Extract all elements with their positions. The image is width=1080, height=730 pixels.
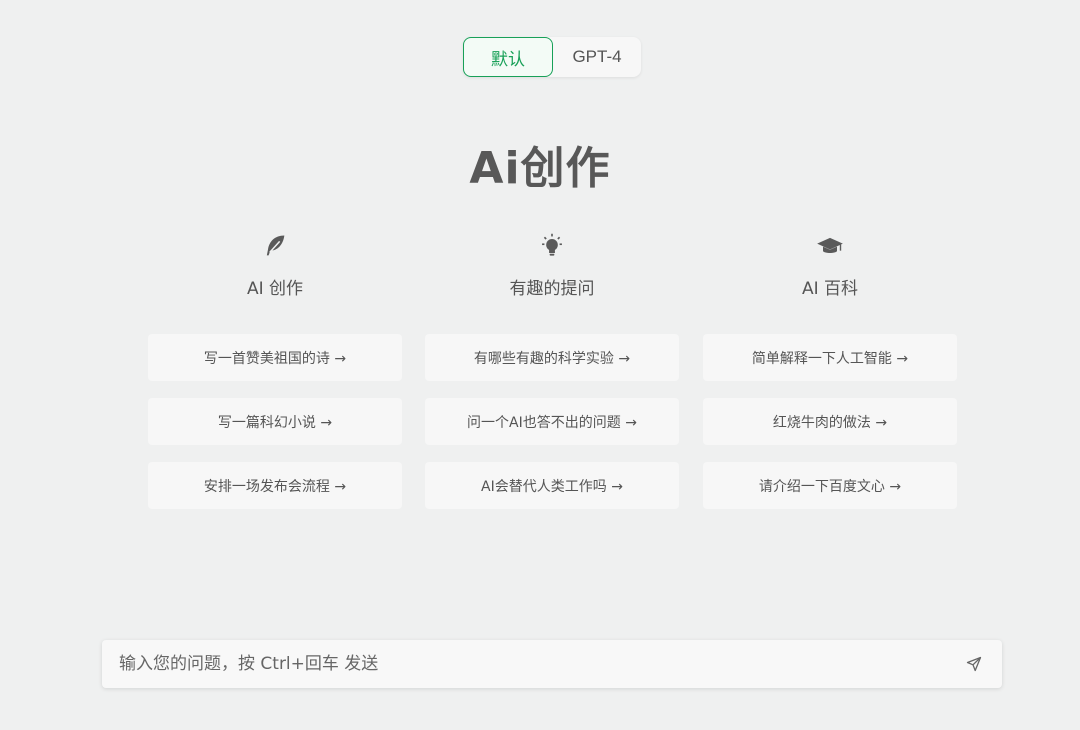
prompt-card[interactable]: 简单解释一下人工智能 → <box>703 334 957 381</box>
column-title: 有趣的提问 <box>509 279 595 299</box>
send-button[interactable] <box>946 640 1002 688</box>
column-ai-encyclopedia: AI 百科 简单解释一下人工智能 → 红烧牛肉的做法 → 请介绍一下百度文心 → <box>703 232 957 526</box>
prompt-card[interactable]: 问一个AI也答不出的问题 → <box>425 398 679 445</box>
app-page: 默认 GPT-4 Ai创作 AI 创作 写一首赞美祖国的诗 → 写一篇科幻小说 … <box>0 0 1080 730</box>
column-fun-questions: 有趣的提问 有哪些有趣的科学实验 → 问一个AI也答不出的问题 → AI会替代人… <box>425 232 679 526</box>
question-input[interactable] <box>102 640 946 688</box>
prompt-list: 有哪些有趣的科学实验 → 问一个AI也答不出的问题 → AI会替代人类工作吗 → <box>425 334 679 509</box>
chat-input-bar <box>102 640 1002 688</box>
prompt-card[interactable]: 写一首赞美祖国的诗 → <box>148 334 402 381</box>
prompt-card[interactable]: AI会替代人类工作吗 → <box>425 462 679 509</box>
graduation-cap-icon <box>817 237 843 253</box>
prompt-list: 写一首赞美祖国的诗 → 写一篇科幻小说 → 安排一场发布会流程 → <box>148 334 402 509</box>
prompt-card[interactable]: 请介绍一下百度文心 → <box>703 462 957 509</box>
prompt-card[interactable]: 安排一场发布会流程 → <box>148 462 402 509</box>
lightbulb-icon <box>542 233 562 256</box>
column-ai-creation: AI 创作 写一首赞美祖国的诗 → 写一篇科幻小说 → 安排一场发布会流程 → <box>148 232 402 526</box>
column-title: AI 百科 <box>801 279 859 299</box>
model-tab-gpt4[interactable]: GPT-4 <box>553 37 641 77</box>
prompt-card[interactable]: 红烧牛肉的做法 → <box>703 398 957 445</box>
prompt-card[interactable]: 有哪些有趣的科学实验 → <box>425 334 679 381</box>
prompt-list: 简单解释一下人工智能 → 红烧牛肉的做法 → 请介绍一下百度文心 → <box>703 334 957 509</box>
model-tab-default[interactable]: 默认 <box>463 37 553 77</box>
model-switch: 默认 GPT-4 <box>463 37 641 77</box>
send-icon <box>966 656 982 672</box>
feather-icon <box>266 235 285 256</box>
column-title: AI 创作 <box>246 279 304 299</box>
page-title: Ai创作 <box>469 143 611 194</box>
prompt-card[interactable]: 写一篇科幻小说 → <box>148 398 402 445</box>
